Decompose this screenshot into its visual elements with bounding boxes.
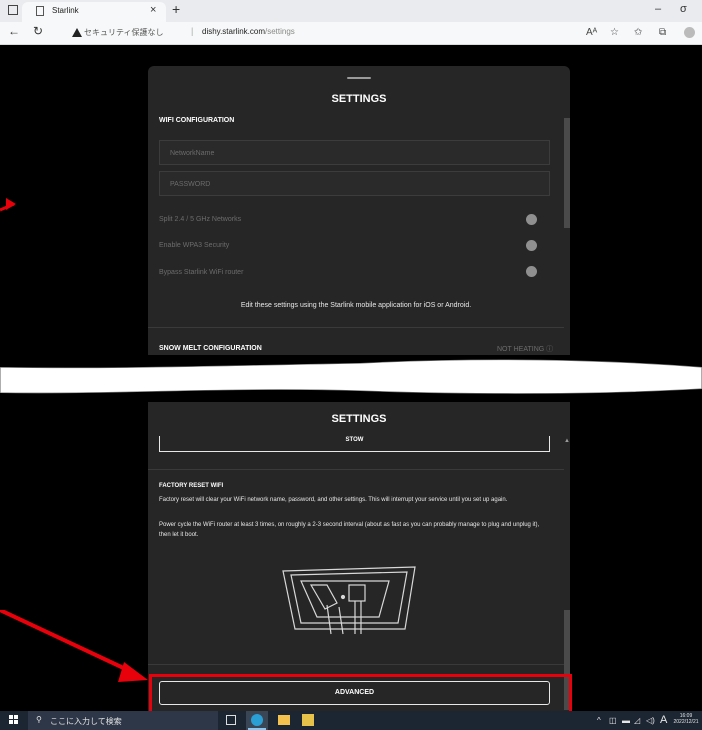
taskbar-search[interactable]: ⚲ ここに入力して検索 [28,711,218,730]
url-text: dishy.starlink.com/settings [202,27,295,36]
search-icon: ⚲ [36,715,42,724]
split-networks-label: Split 2.4 / 5 GHz Networks [159,216,242,223]
factory-reset-description: Factory reset will clear your WiFi netwo… [159,497,508,503]
tray-app-icon[interactable]: ◫ [609,716,617,725]
taskbar-search-placeholder: ここに入力して検索 [50,717,122,726]
window-menu-icon[interactable] [8,5,18,15]
ime-indicator[interactable]: A [660,714,667,726]
annotation-arrow-top [0,198,16,212]
restore-button[interactable]: σ [680,3,687,15]
task-view-icon[interactable] [226,715,236,725]
highlight-box [149,674,572,714]
bypass-router-toggle[interactable] [526,266,537,277]
page-icon [36,6,44,16]
favorite-icon[interactable]: ☆ [610,27,619,38]
start-icon[interactable] [9,715,19,725]
password-input[interactable]: PASSWORD [159,171,550,196]
scroll-up-arrow[interactable]: ▲ [564,438,570,444]
tab-close-icon[interactable]: × [150,4,156,16]
drag-handle[interactable] [347,77,371,79]
heating-status[interactable]: NOT HEATING ⓘ [497,344,553,354]
power-cycle-instructions: Power cycle the WiFi router at least 3 t… [159,522,540,538]
wpa3-toggle[interactable] [526,240,537,251]
pinned-app-icon[interactable] [302,714,314,726]
split-networks-toggle[interactable] [526,214,537,225]
read-aloud-icon[interactable]: Aᴬ [586,27,597,38]
new-tab-icon[interactable]: + [172,1,180,17]
settings-title: SETTINGS [331,93,387,105]
address-field[interactable]: セキュリティ保護なし | dishy.starlink.com/settings [60,25,580,41]
security-warning-text: セキュリティ保護なし [84,28,164,37]
settings-title-bottom: SETTINGS [331,413,387,425]
tab-title: Starlink [52,6,79,15]
wifi-section-title: WIFI CONFIGURATION [159,117,235,124]
wpa3-label: Enable WPA3 Security [159,242,230,249]
snow-melt-title: SNOW MELT CONFIGURATION [159,345,262,352]
minimize-button[interactable]: – [655,3,661,15]
mobile-app-note: Edit these settings using the Starlink m… [240,302,472,309]
factory-reset-title: FACTORY RESET WIFI [159,483,224,489]
stow-label: STOW [345,437,364,443]
tray-chevron-icon[interactable]: ^ [597,716,601,725]
back-icon[interactable]: ← [8,24,20,38]
profile-avatar[interactable] [684,27,695,38]
battery-icon[interactable]: ▬ [622,716,630,725]
scrollbar-thumb-top[interactable] [564,118,570,228]
bypass-router-label: Bypass Starlink WiFi router [159,269,244,276]
section-divider-3 [148,664,564,665]
clock[interactable]: 16:09 2022/12/21 [672,713,700,725]
stow-button[interactable]: STOW [159,436,550,452]
address-separator: | [191,26,194,36]
taskbar-edge-app[interactable] [246,711,268,730]
ssid-placeholder: NetworkName [170,150,215,157]
network-icon[interactable]: ◿ [634,716,640,725]
browser-tab[interactable]: Starlink × [22,2,166,22]
collections-icon[interactable]: ⧉ [659,27,666,38]
ssid-input[interactable]: NetworkName [159,140,550,165]
volume-icon[interactable]: ◁) [646,716,655,725]
clock-date: 2022/12/21 [673,719,699,725]
section-divider-2 [148,469,564,470]
password-placeholder: PASSWORD [170,181,211,188]
router-illustration [282,566,416,635]
favorites-bar-icon[interactable]: ✩ [634,27,642,38]
section-divider [148,327,564,328]
file-explorer-icon[interactable] [278,715,290,725]
refresh-icon[interactable]: ↻ [33,24,43,38]
annotation-arrow-bottom [0,610,148,682]
